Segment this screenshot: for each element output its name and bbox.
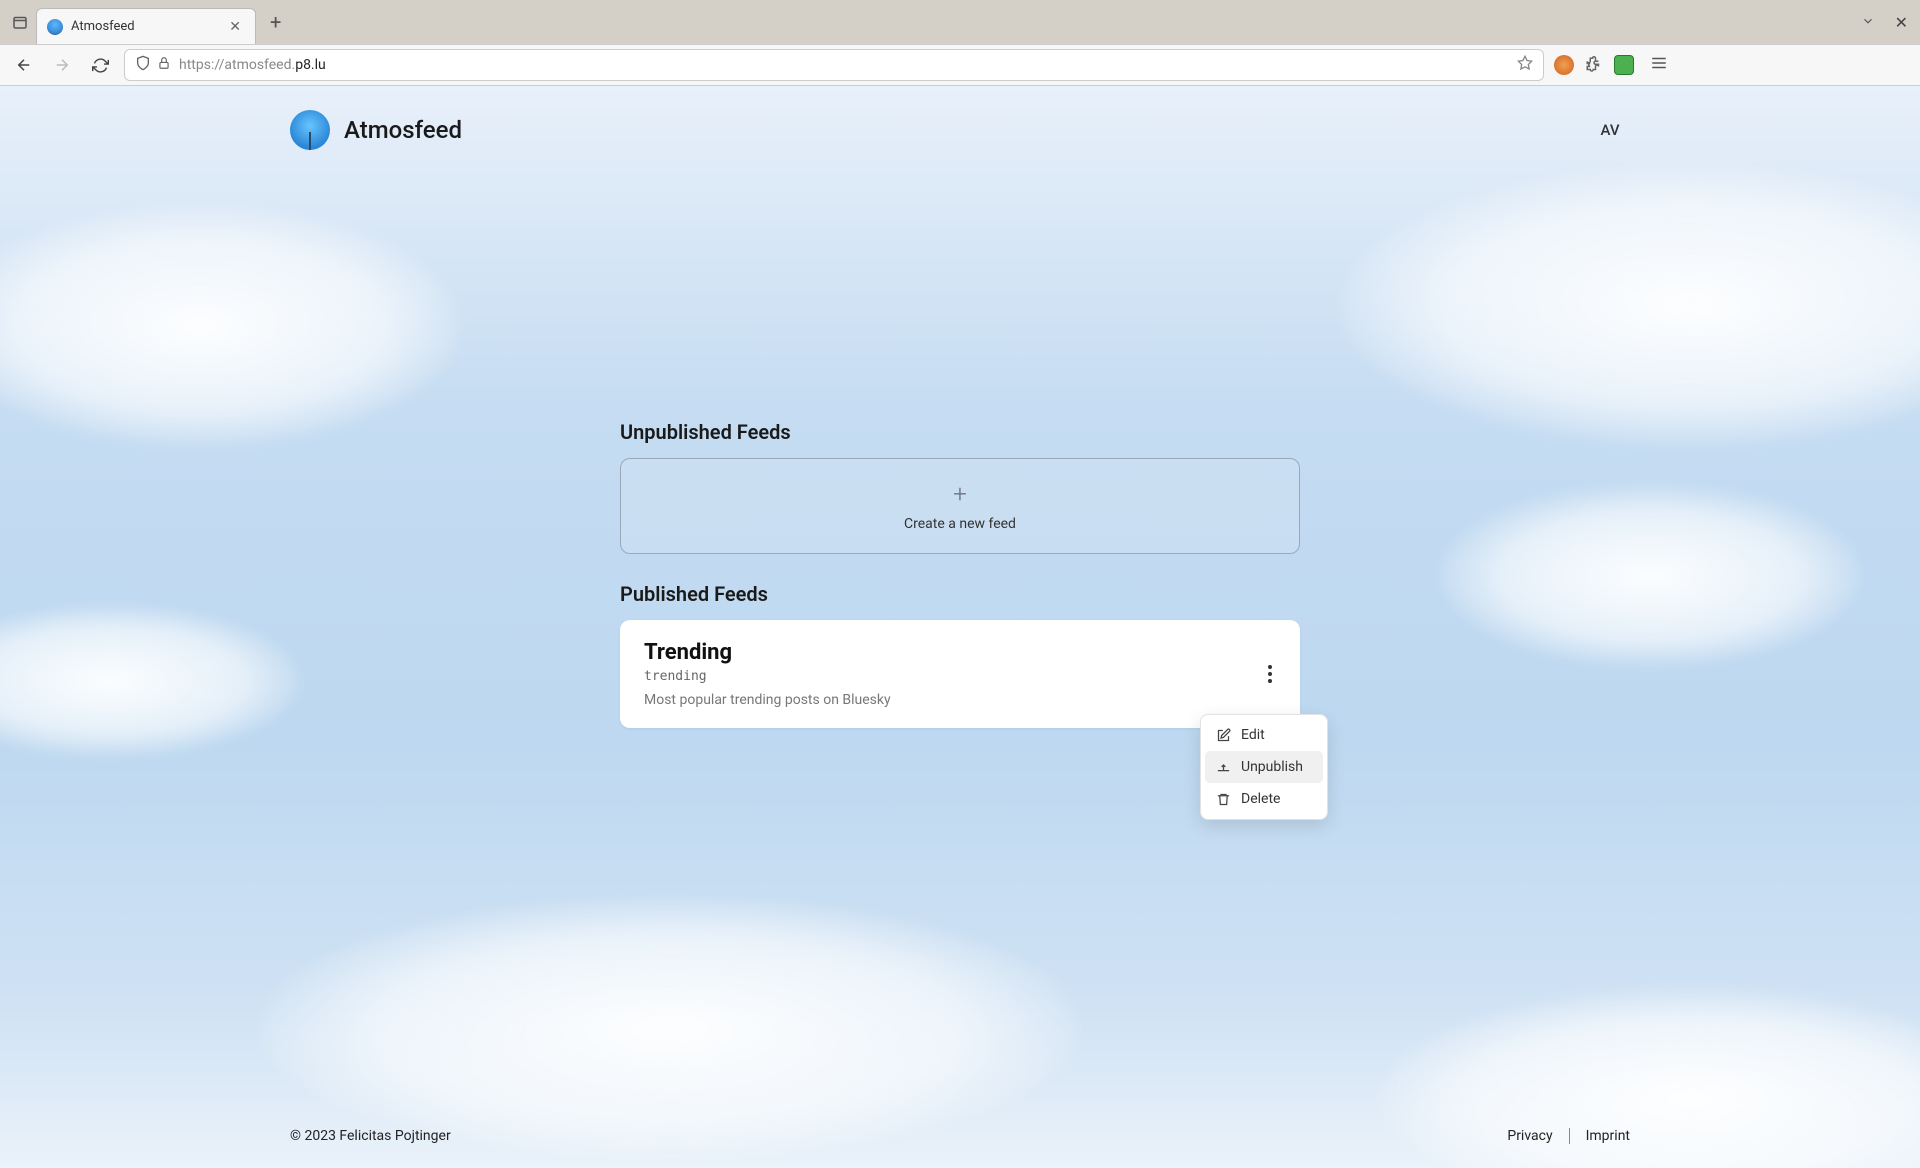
tab-favicon-icon: [47, 19, 63, 35]
url-text: https://atmosfeed.p8.lu: [179, 57, 326, 73]
feed-slug: trending: [644, 669, 1276, 684]
user-avatar[interactable]: AV: [1590, 110, 1630, 150]
dropdown-edit[interactable]: Edit: [1205, 719, 1323, 751]
unpublished-section-title: Unpublished Feeds: [620, 420, 1300, 444]
footer-copyright: © 2023 Felicitas Pojtinger: [290, 1128, 451, 1144]
browser-tab[interactable]: Atmosfeed ✕: [36, 8, 256, 44]
footer-privacy-link[interactable]: Privacy: [1507, 1128, 1552, 1144]
dropdown-unpublish[interactable]: Unpublish: [1205, 751, 1323, 783]
window-close-button[interactable]: ✕: [1891, 9, 1912, 36]
extension-icon[interactable]: [1614, 55, 1634, 75]
footer: © 2023 Felicitas Pojtinger Privacy Impri…: [0, 1108, 1920, 1168]
extensions-puzzle-icon[interactable]: [1584, 55, 1604, 75]
menu-button[interactable]: [1644, 54, 1674, 77]
recent-tabs-icon[interactable]: [8, 10, 32, 34]
cloud-decoration: [1440, 486, 1860, 666]
dropdown-edit-label: Edit: [1241, 727, 1265, 743]
feed-card[interactable]: Trending trending Most popular trending …: [620, 620, 1300, 728]
back-button[interactable]: [10, 51, 38, 79]
feed-menu-button[interactable]: [1262, 656, 1278, 692]
feed-description: Most popular trending posts on Bluesky: [644, 692, 1276, 708]
feed-name: Trending: [644, 640, 1276, 665]
extension-icon[interactable]: [1554, 55, 1574, 75]
dropdown-delete[interactable]: Delete: [1205, 783, 1323, 815]
cloud-decoration: [0, 606, 300, 756]
page-content: Atmosfeed AV Unpublished Feeds + Create …: [0, 86, 1920, 1168]
tab-bar: Atmosfeed ✕ + ✕: [0, 0, 1920, 44]
published-section-title: Published Feeds: [620, 582, 1300, 606]
trash-icon: [1215, 792, 1231, 807]
dropdown-unpublish-label: Unpublish: [1241, 759, 1303, 775]
unpublish-icon: [1215, 760, 1231, 775]
app-logo-icon: [290, 110, 330, 150]
forward-button[interactable]: [48, 51, 76, 79]
new-tab-button[interactable]: +: [260, 10, 291, 34]
footer-imprint-link[interactable]: Imprint: [1586, 1128, 1630, 1144]
cloud-decoration: [0, 206, 460, 446]
browser-chrome: Atmosfeed ✕ + ✕ https://atmosfeed.p8.lu: [0, 0, 1920, 86]
cloud-decoration: [1340, 166, 1920, 446]
create-feed-button[interactable]: + Create a new feed: [620, 458, 1300, 554]
lock-icon[interactable]: [157, 56, 171, 74]
feed-dropdown-menu: Edit Unpublish Delete: [1200, 714, 1328, 820]
url-bar[interactable]: https://atmosfeed.p8.lu: [124, 49, 1544, 81]
bookmark-star-icon[interactable]: [1517, 55, 1533, 75]
tab-title: Atmosfeed: [71, 19, 217, 34]
edit-icon: [1215, 728, 1231, 743]
create-feed-label: Create a new feed: [904, 516, 1016, 532]
app-header: Atmosfeed AV: [0, 86, 1920, 150]
tabs-dropdown-icon[interactable]: [1857, 9, 1879, 36]
browser-toolbar: https://atmosfeed.p8.lu: [0, 44, 1920, 86]
reload-button[interactable]: [86, 51, 114, 79]
footer-separator: [1569, 1128, 1570, 1144]
app-title: Atmosfeed: [344, 116, 462, 144]
plus-icon: +: [953, 480, 967, 508]
dropdown-delete-label: Delete: [1241, 791, 1280, 807]
shield-icon[interactable]: [135, 55, 151, 75]
main-content: Unpublished Feeds + Create a new feed Pu…: [620, 420, 1300, 728]
tab-close-button[interactable]: ✕: [225, 19, 245, 35]
